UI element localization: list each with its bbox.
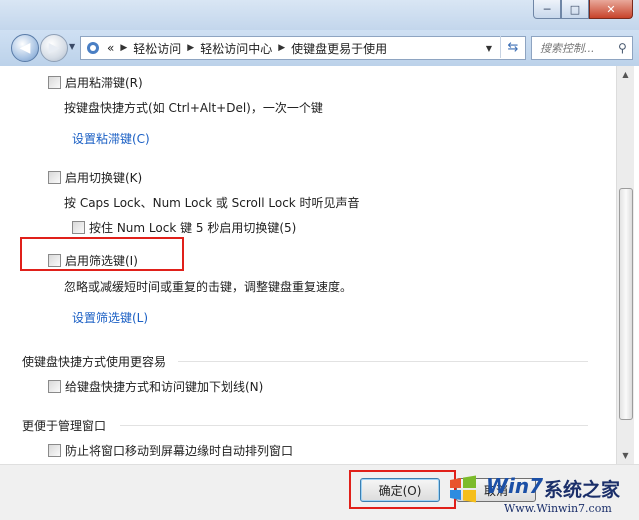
search-box[interactable]: ⚲ bbox=[531, 36, 633, 60]
recent-pages-dropdown-icon[interactable]: ▼ bbox=[69, 42, 75, 51]
watermark-url: Www.Winwin7.com bbox=[504, 502, 612, 515]
toggle-keys-option[interactable]: 启用切换键(K) bbox=[48, 169, 142, 186]
scroll-down-icon[interactable]: ▼ bbox=[617, 447, 634, 464]
num-lock-toggle-option[interactable]: 按住 Num Lock 键 5 秒启用切换键(5) bbox=[72, 219, 296, 236]
title-bar: ─ □ ✕ bbox=[0, 0, 639, 30]
back-arrow-icon: ◀ bbox=[19, 40, 31, 56]
window-controls: ─ □ ✕ bbox=[533, 0, 633, 19]
section-title-windows: 更便于管理窗口 bbox=[22, 419, 107, 433]
sticky-keys-checkbox[interactable] bbox=[48, 76, 61, 89]
address-dropdown-icon[interactable]: ▼ bbox=[479, 37, 499, 59]
address-bar[interactable]: « ▶ 轻松访问 ▶ 轻松访问中心 ▶ 使键盘更易于使用 ▼ bbox=[80, 36, 526, 60]
filter-keys-checkbox[interactable] bbox=[48, 254, 61, 267]
ok-button[interactable]: 确定(O) bbox=[360, 478, 440, 502]
underline-shortcuts-option[interactable]: 给键盘快捷方式和访问键加下划线(N) bbox=[48, 378, 263, 395]
breadcrumb-item-ease-of-access[interactable]: ▶ 轻松访问 bbox=[120, 40, 181, 57]
minimize-button[interactable]: ─ bbox=[533, 0, 561, 19]
forward-arrow-icon: ▶ bbox=[48, 40, 60, 56]
windows-logo-icon bbox=[450, 475, 476, 503]
close-button[interactable]: ✕ bbox=[589, 0, 633, 19]
toggle-keys-description: 按 Caps Lock、Num Lock 或 Scroll Lock 时听见声音 bbox=[64, 196, 360, 210]
filter-keys-description: 忽略或减缓短时间或重复的击键，调整键盘重复速度。 bbox=[64, 280, 353, 294]
forward-button[interactable]: ▶ bbox=[40, 34, 68, 62]
sticky-keys-label: 启用粘滞键(R) bbox=[65, 76, 143, 90]
filter-keys-option[interactable]: 启用筛选键(I) bbox=[48, 252, 138, 269]
search-input[interactable] bbox=[538, 40, 618, 56]
control-panel-icon bbox=[85, 40, 101, 56]
chevron-right-icon: ▶ bbox=[278, 43, 286, 53]
content-pane: 启用粘滞键(R) 按键盘快捷方式(如 Ctrl+Alt+Del)，一次一个键 设… bbox=[8, 66, 616, 464]
setup-sticky-keys-link[interactable]: 设置粘滞键(C) bbox=[72, 130, 150, 147]
chevron-right-icon: ▶ bbox=[120, 43, 128, 53]
prevent-arrange-label: 防止将窗口移动到屏幕边缘时自动排列窗口 bbox=[65, 444, 294, 458]
section-divider bbox=[120, 425, 588, 426]
watermark: Win7 系统之家 Www.Winwin7.com bbox=[448, 466, 639, 519]
chevron-right-icon: ▶ bbox=[187, 43, 195, 53]
underline-shortcuts-checkbox[interactable] bbox=[48, 380, 61, 393]
num-lock-toggle-checkbox[interactable] bbox=[72, 221, 85, 234]
sticky-keys-description: 按键盘快捷方式(如 Ctrl+Alt+Del)，一次一个键 bbox=[64, 101, 323, 115]
sticky-keys-option[interactable]: 启用粘滞键(R) bbox=[48, 74, 143, 91]
refresh-button[interactable]: ⇆ bbox=[500, 36, 525, 58]
setup-filter-keys-link[interactable]: 设置筛选键(L) bbox=[72, 309, 148, 326]
vertical-scrollbar[interactable]: ▲ ▼ bbox=[616, 66, 634, 464]
scrollbar-thumb[interactable] bbox=[619, 188, 633, 420]
num-lock-toggle-label: 按住 Num Lock 键 5 秒启用切换键(5) bbox=[89, 221, 297, 235]
section-divider bbox=[178, 361, 588, 362]
watermark-brand: Win7 bbox=[486, 474, 544, 498]
prevent-arrange-option[interactable]: 防止将窗口移动到屏幕边缘时自动排列窗口 bbox=[48, 442, 293, 459]
breadcrumb-overflow[interactable]: « bbox=[107, 41, 114, 55]
refresh-icon: ⇆ bbox=[507, 39, 519, 55]
search-icon[interactable]: ⚲ bbox=[618, 41, 627, 55]
prevent-arrange-checkbox[interactable] bbox=[48, 444, 61, 457]
toggle-keys-checkbox[interactable] bbox=[48, 171, 61, 184]
toggle-keys-label: 启用切换键(K) bbox=[65, 171, 143, 185]
maximize-button[interactable]: □ bbox=[561, 0, 589, 19]
scroll-up-icon[interactable]: ▲ bbox=[617, 66, 634, 83]
watermark-site-name: 系统之家 bbox=[544, 479, 621, 501]
section-title-shortcuts: 使键盘快捷方式使用更容易 bbox=[22, 355, 167, 369]
back-button[interactable]: ◀ bbox=[11, 34, 39, 62]
underline-shortcuts-label: 给键盘快捷方式和访问键加下划线(N) bbox=[65, 380, 264, 394]
breadcrumb-item-keyboard[interactable]: ▶ 使键盘更易于使用 bbox=[278, 40, 387, 57]
filter-keys-label: 启用筛选键(I) bbox=[65, 254, 138, 268]
navigation-bar: ◀ ▶ ▼ « ▶ 轻松访问 ▶ 轻松访问中心 ▶ 使键盘更易于使用 ▼ ⇆ ⚲ bbox=[0, 30, 639, 66]
breadcrumb-item-ease-of-access-center[interactable]: ▶ 轻松访问中心 bbox=[187, 40, 272, 57]
